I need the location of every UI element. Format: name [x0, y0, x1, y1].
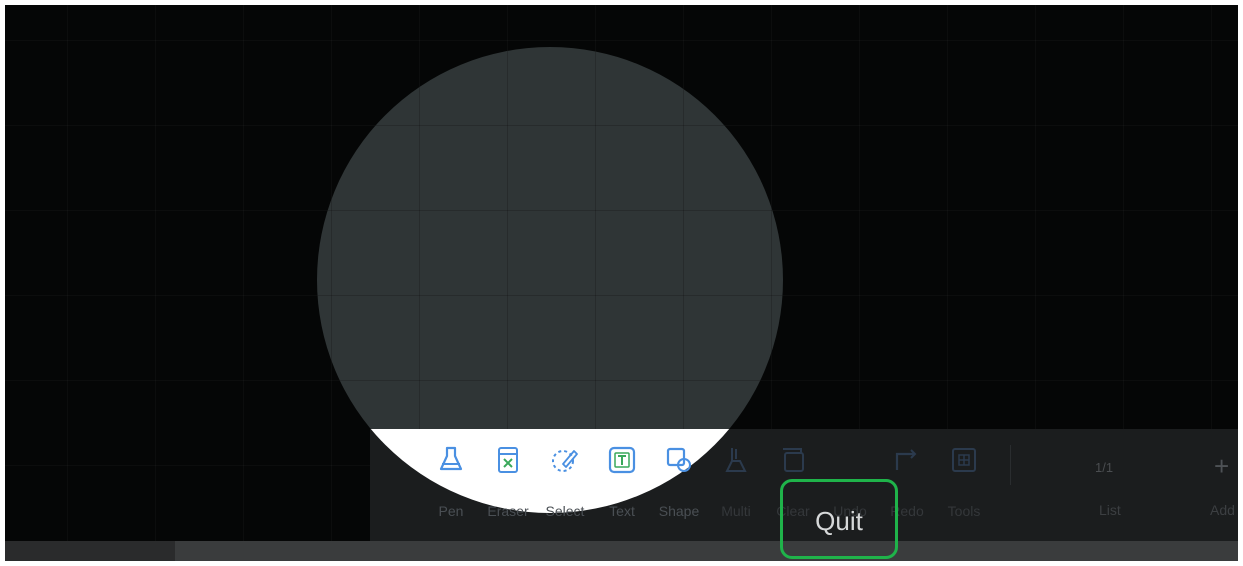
- eraser-icon: [493, 445, 523, 475]
- clear-icon: [778, 445, 808, 475]
- quit-button-label: Quit: [815, 506, 863, 536]
- bottom-strip-left: [5, 541, 175, 561]
- tool-multi-button[interactable]: Multi: [710, 439, 762, 529]
- tool-pen-button[interactable]: Pen: [425, 439, 477, 529]
- shape-icon: [664, 445, 694, 475]
- redo-icon: [892, 445, 922, 475]
- undo-icon: [835, 445, 865, 475]
- tool-tools-button[interactable]: Tools: [938, 439, 990, 529]
- tool-select-button[interactable]: Select: [539, 439, 591, 529]
- add-button-label[interactable]: Add: [1210, 502, 1235, 518]
- tool-shape-button[interactable]: Shape: [653, 439, 705, 529]
- text-icon: [607, 445, 637, 475]
- list-button-label[interactable]: List: [1099, 502, 1121, 518]
- pen-icon: [436, 445, 466, 475]
- multi-icon: [721, 445, 751, 475]
- add-icon[interactable]: +: [1214, 451, 1229, 482]
- toolbar-divider: [1010, 445, 1011, 485]
- tool-eraser-button[interactable]: Eraser: [482, 439, 534, 529]
- select-icon: [550, 445, 580, 475]
- quit-button[interactable]: Quit: [780, 479, 898, 559]
- whiteboard-screen: Pen Eraser Select Text Shape Multi Clear…: [5, 5, 1238, 561]
- tools-icon: [949, 445, 979, 475]
- bottom-strip: [5, 541, 1238, 561]
- tool-text-button[interactable]: Text: [596, 439, 648, 529]
- tool-tools-label: Tools: [947, 503, 981, 519]
- page-indicator: 1/1: [1095, 460, 1114, 475]
